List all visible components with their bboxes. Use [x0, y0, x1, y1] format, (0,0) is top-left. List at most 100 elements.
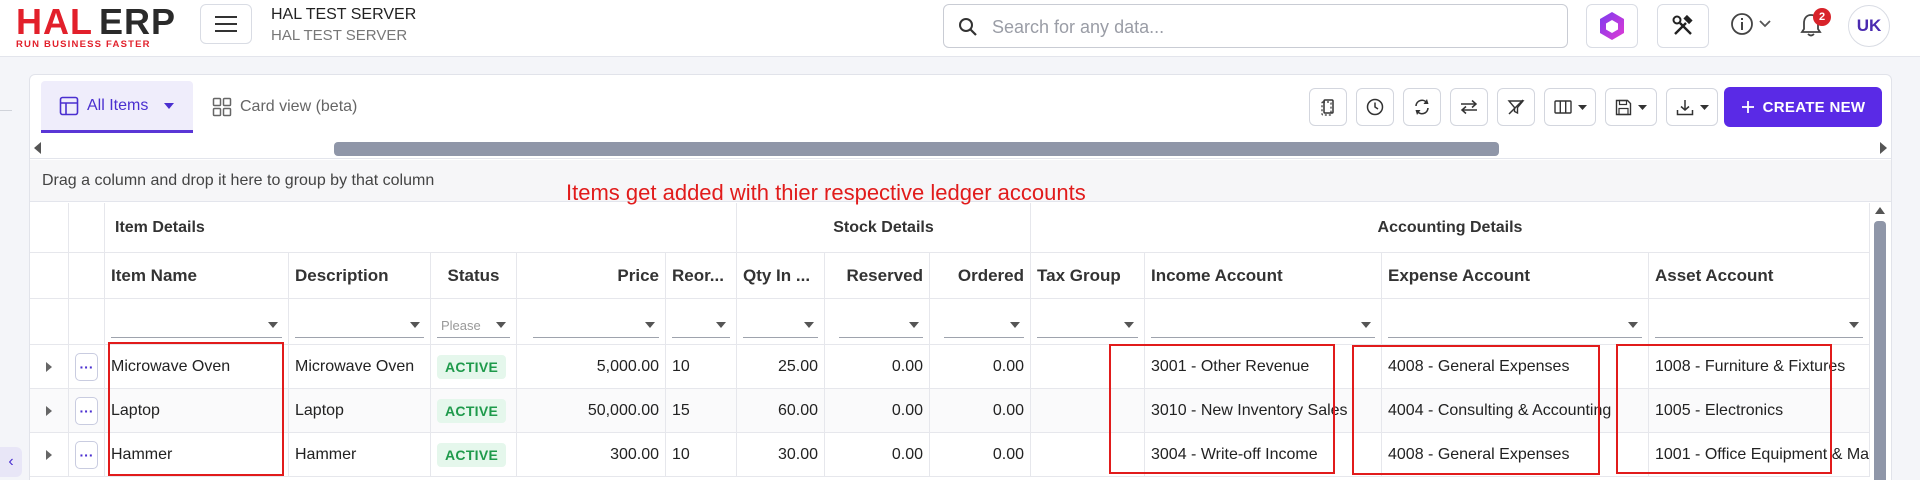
server-title: HAL TEST SERVER: [271, 6, 417, 23]
filter-price[interactable]: [517, 299, 666, 344]
tab-card-view[interactable]: Card view (beta): [210, 81, 357, 133]
column-header-qty[interactable]: Qty In ...: [737, 253, 825, 298]
info-icon: [1731, 13, 1753, 35]
row-more-button[interactable]: ···: [75, 440, 98, 469]
filter-expense-account[interactable]: [1382, 299, 1649, 344]
cell-item-name: Hammer: [105, 433, 289, 476]
global-search[interactable]: [943, 4, 1568, 48]
status-badge: ACTIVE: [437, 442, 507, 467]
caret-down-icon[interactable]: [164, 102, 175, 109]
group-header-row: Item Details Stock Details Accounting De…: [30, 203, 1870, 253]
filter-ordered[interactable]: [930, 299, 1031, 344]
scroll-left-arrow-icon[interactable]: [34, 142, 41, 154]
filter-item-name[interactable]: [105, 299, 289, 344]
cell-price: 5,000.00: [517, 345, 666, 388]
column-header-ordered[interactable]: Ordered: [930, 253, 1031, 298]
sidebar-toggle-button[interactable]: ‹: [0, 447, 22, 477]
items-grid: Item Details Stock Details Accounting De…: [30, 203, 1870, 480]
filter-asset-account[interactable]: [1649, 299, 1870, 344]
clear-filter-button[interactable]: [1497, 88, 1535, 126]
caret-down-icon: [1699, 104, 1709, 110]
row-expander[interactable]: [30, 389, 69, 432]
column-header-row: Item Name Description Status Price Reor.…: [30, 253, 1870, 299]
save-view-button[interactable]: [1605, 88, 1657, 126]
create-new-button[interactable]: CREATE NEW: [1724, 87, 1882, 127]
row-more-button[interactable]: ···: [75, 396, 98, 425]
row-expander[interactable]: [30, 433, 69, 476]
tab-all-items[interactable]: All Items: [41, 81, 193, 133]
scroll-up-arrow-icon[interactable]: [1875, 207, 1885, 214]
column-header-tax-group[interactable]: Tax Group: [1031, 253, 1145, 298]
filter-reorder[interactable]: [666, 299, 737, 344]
help-menu[interactable]: [1730, 12, 1772, 36]
cell-reserved: 0.00: [825, 389, 930, 432]
table-row[interactable]: ··· Hammer Hammer ACTIVE 300.00 10 30.00…: [30, 433, 1870, 477]
vertical-scrollbar[interactable]: [1873, 207, 1887, 480]
refresh-button[interactable]: [1403, 88, 1441, 126]
logo-hal-text: HAL: [16, 1, 93, 42]
filter-spacer: [69, 299, 105, 344]
hal-erp-logo[interactable]: HAL ERP RUN BUSINESS FASTER: [16, 1, 186, 51]
cell-qty: 25.00: [737, 345, 825, 388]
vertical-scroll-thumb[interactable]: [1874, 221, 1886, 480]
hamburger-menu-button[interactable]: [200, 4, 252, 44]
column-header-description[interactable]: Description: [289, 253, 431, 298]
filter-qty[interactable]: [737, 299, 825, 344]
column-header-status[interactable]: Status: [431, 253, 517, 298]
columns-button[interactable]: [1544, 88, 1596, 126]
download-icon: [1676, 99, 1693, 115]
column-header-price[interactable]: Price: [517, 253, 666, 298]
row-more-button[interactable]: ···: [75, 352, 98, 381]
cell-ordered: 0.00: [930, 389, 1031, 432]
swap-arrows-icon: [1460, 99, 1478, 115]
sidebar-edge: [0, 110, 12, 111]
user-avatar[interactable]: UK: [1848, 5, 1890, 47]
table-row[interactable]: ··· Microwave Oven Microwave Oven ACTIVE…: [30, 345, 1870, 389]
group-header-stock-details: Stock Details: [737, 203, 1031, 252]
filter-income-account[interactable]: [1145, 299, 1382, 344]
history-button[interactable]: [1356, 88, 1394, 126]
cell-asset-account: 1001 - Office Equipment & Machinery: [1649, 433, 1870, 476]
chevron-down-icon: [1759, 20, 1771, 28]
scroll-right-arrow-icon[interactable]: [1880, 142, 1887, 154]
filter-description[interactable]: [289, 299, 431, 344]
filter-status[interactable]: Please: [431, 299, 517, 344]
swap-button[interactable]: [1450, 88, 1488, 126]
cell-income-account: 3001 - Other Revenue: [1145, 345, 1382, 388]
group-header-accounting-details: Accounting Details: [1031, 203, 1870, 252]
column-header-asset-account[interactable]: Asset Account: [1649, 253, 1870, 298]
tools-button[interactable]: [1657, 4, 1709, 48]
tools-icon: [1672, 15, 1693, 35]
cell-item-name: Microwave Oven: [105, 345, 289, 388]
column-header-reorder[interactable]: Reor...: [666, 253, 737, 298]
grid-view-icon: [212, 97, 232, 117]
caret-down-icon: [1638, 104, 1647, 110]
column-header-income-account[interactable]: Income Account: [1145, 253, 1382, 298]
status-badge: ACTIVE: [437, 398, 507, 423]
create-new-label: CREATE NEW: [1762, 98, 1866, 116]
horizontal-scroll-thumb[interactable]: [334, 142, 1499, 156]
cell-price: 50,000.00: [517, 389, 666, 432]
cell-income-account: 3010 - New Inventory Sales: [1145, 389, 1382, 432]
search-input[interactable]: [992, 15, 1552, 39]
row-expander[interactable]: [30, 345, 69, 388]
copy-button[interactable]: [1309, 88, 1347, 126]
table-row[interactable]: ··· Laptop Laptop ACTIVE 50,000.00 15 60…: [30, 389, 1870, 433]
export-button[interactable]: [1666, 88, 1718, 126]
header-spacer: [30, 203, 69, 252]
filter-reserved[interactable]: [825, 299, 930, 344]
filter-tax-group[interactable]: [1031, 299, 1145, 344]
cell-status: ACTIVE: [431, 433, 517, 476]
horizontal-scrollbar[interactable]: [30, 137, 1891, 159]
cell-description: Laptop: [289, 389, 431, 432]
cell-qty: 60.00: [737, 389, 825, 432]
refresh-icon: [1415, 99, 1429, 115]
column-header-expense-account[interactable]: Expense Account: [1382, 253, 1649, 298]
column-header-reserved[interactable]: Reserved: [825, 253, 930, 298]
caret-down-icon: [1577, 104, 1587, 110]
cell-asset-account: 1005 - Electronics: [1649, 389, 1870, 432]
column-header-item-name[interactable]: Item Name: [105, 253, 289, 298]
cell-qty: 30.00: [737, 433, 825, 476]
annotation-text: Items get added with thier respective le…: [566, 180, 1086, 205]
ai-assistant-button[interactable]: [1586, 4, 1638, 48]
